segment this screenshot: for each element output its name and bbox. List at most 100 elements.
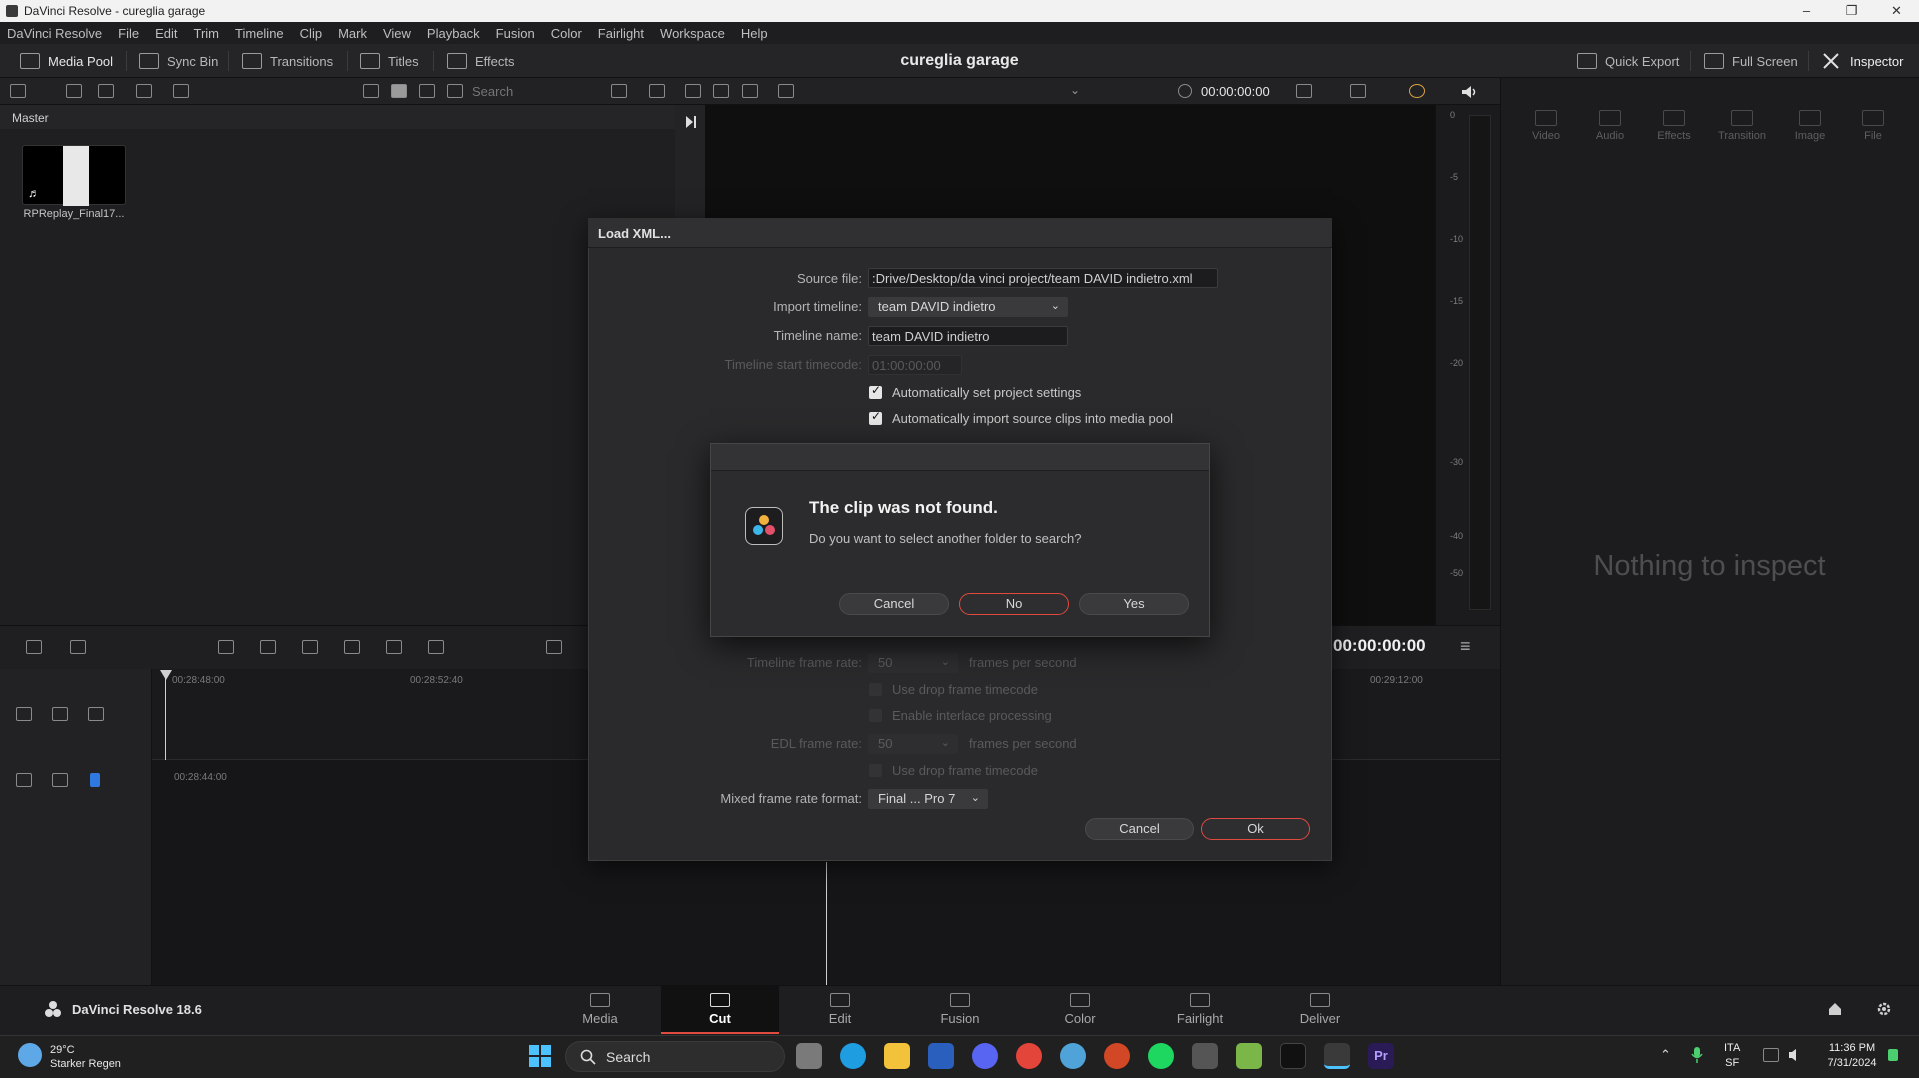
menu-trim[interactable]: Trim: [194, 26, 220, 41]
volume-icon[interactable]: [1460, 84, 1478, 100]
clip-view-icon[interactable]: [16, 773, 32, 787]
start-timecode-field[interactable]: 01:00:00:00: [868, 355, 962, 375]
append-icon[interactable]: [218, 640, 234, 654]
alert-yes-button[interactable]: Yes: [1079, 593, 1189, 615]
menu-view[interactable]: View: [383, 26, 411, 41]
ripple-overwrite-icon[interactable]: [260, 640, 276, 654]
transitions-button[interactable]: Transitions: [242, 44, 333, 78]
import-timeline-dropdown[interactable]: team DAVID indietro ⌄: [868, 297, 1068, 317]
timeline-name-field[interactable]: team DAVID indietro: [868, 326, 1068, 346]
smart-insert-icon[interactable]: [26, 640, 42, 654]
interlace-checkbox[interactable]: [869, 709, 882, 722]
tray-chevron-icon[interactable]: ⌃: [1660, 1047, 1671, 1063]
edl-drop-frame-checkbox[interactable]: [869, 764, 882, 777]
import-folder-icon[interactable]: [98, 84, 114, 98]
task-view-icon[interactable]: [796, 1043, 822, 1069]
source-file-field[interactable]: :Drive/Desktop/da vinci project/team DAV…: [868, 268, 1218, 288]
page-tab-color[interactable]: Color: [1032, 986, 1128, 1034]
taskbar-search[interactable]: Search: [565, 1041, 785, 1072]
inspector-tab-transition[interactable]: Transition: [1712, 110, 1772, 142]
titles-button[interactable]: Titles: [360, 44, 419, 78]
page-tab-media[interactable]: Media: [552, 986, 648, 1034]
effects-button[interactable]: Effects: [447, 44, 515, 78]
edge-beta-icon[interactable]: [1060, 1043, 1086, 1069]
timeline-options-icon[interactable]: [546, 640, 562, 654]
track-lock-icon[interactable]: [16, 707, 32, 721]
viewer-dropdown-chevron-icon[interactable]: ⌄: [1070, 83, 1080, 97]
davinci-taskbar-icon[interactable]: [1324, 1043, 1350, 1069]
refresh-icon[interactable]: [649, 84, 665, 98]
page-tab-cut[interactable]: Cut: [661, 986, 779, 1034]
track-audio-icon[interactable]: [52, 707, 68, 721]
menu-file[interactable]: File: [118, 26, 139, 41]
home-icon[interactable]: [1827, 1001, 1843, 1017]
link-icon[interactable]: [173, 84, 189, 98]
network-icon[interactable]: [1763, 1048, 1779, 1062]
layout-icon[interactable]: [685, 84, 701, 98]
weather-widget[interactable]: 29°C Starker Regen: [18, 1043, 121, 1071]
bin-name[interactable]: Master: [12, 111, 49, 125]
inspector-tab-audio[interactable]: Audio: [1580, 110, 1640, 142]
excel-like-icon[interactable]: [1236, 1043, 1262, 1069]
chrome-icon[interactable]: [1016, 1043, 1042, 1069]
microphone-icon[interactable]: [1690, 1046, 1704, 1064]
inspector-tab-video[interactable]: Video: [1516, 110, 1576, 142]
frame-rate-icon[interactable]: [1296, 84, 1312, 98]
drop-frame-checkbox[interactable]: [869, 683, 882, 696]
windows-start-icon[interactable]: [528, 1044, 552, 1068]
menu-playback[interactable]: Playback: [427, 26, 480, 41]
marker-icon[interactable]: [90, 773, 100, 787]
sync-bin-button[interactable]: Sync Bin: [139, 44, 218, 78]
menu-fusion[interactable]: Fusion: [496, 26, 535, 41]
mixed-format-dropdown[interactable]: Final ... Pro 7 ⌄: [868, 789, 988, 809]
menu-fairlight[interactable]: Fairlight: [598, 26, 644, 41]
settings-gear-icon[interactable]: [1876, 1001, 1892, 1017]
media-pool-button[interactable]: Media Pool: [20, 44, 113, 78]
thumbnail-view-icon[interactable]: [363, 84, 379, 98]
grid-view-icon[interactable]: [391, 84, 407, 98]
search-input[interactable]: [472, 82, 602, 101]
quick-export-button[interactable]: Quick Export: [1577, 44, 1679, 78]
safe-area-icon[interactable]: [713, 84, 729, 98]
language-indicator[interactable]: ITA SF: [1724, 1041, 1740, 1071]
inspector-tab-image[interactable]: Image: [1780, 110, 1840, 142]
word-icon[interactable]: [928, 1043, 954, 1069]
file-explorer-icon[interactable]: [884, 1043, 910, 1069]
sidebar-toggle-icon[interactable]: [10, 84, 26, 98]
alert-cancel-button[interactable]: Cancel: [839, 593, 949, 615]
auto-project-settings-checkbox[interactable]: ✓: [869, 383, 882, 399]
minecraft-icon[interactable]: [1192, 1043, 1218, 1069]
inspector-tab-effects[interactable]: Effects: [1644, 110, 1704, 142]
minimize-button[interactable]: –: [1784, 0, 1829, 22]
playhead-handle[interactable]: [160, 670, 172, 680]
close-up-icon[interactable]: [302, 640, 318, 654]
notification-icon[interactable]: [1888, 1049, 1898, 1061]
playhead-lower[interactable]: [826, 862, 827, 985]
menu-davinci-resolve[interactable]: DaVinci Resolve: [7, 26, 102, 41]
speaker-icon[interactable]: [1787, 1047, 1803, 1063]
menu-help[interactable]: Help: [741, 26, 768, 41]
menu-color[interactable]: Color: [551, 26, 582, 41]
page-tab-fusion[interactable]: Fusion: [912, 986, 1008, 1034]
playback-settings-icon[interactable]: [1350, 84, 1366, 98]
page-tab-deliver[interactable]: Deliver: [1272, 986, 1368, 1034]
inspector-tab-file[interactable]: File: [1843, 110, 1903, 142]
timeline-menu-icon[interactable]: ≡: [1460, 636, 1471, 657]
source-overwrite-icon[interactable]: [386, 640, 402, 654]
filmstrip-view-icon[interactable]: [419, 84, 435, 98]
full-screen-button[interactable]: Full Screen: [1704, 44, 1798, 78]
xml-ok-button[interactable]: Ok: [1201, 818, 1310, 840]
relink-icon[interactable]: [136, 84, 152, 98]
scissors-icon[interactable]: [52, 773, 68, 787]
import-media-icon[interactable]: [66, 84, 82, 98]
menu-timeline[interactable]: Timeline: [235, 26, 284, 41]
menu-edit[interactable]: Edit: [155, 26, 177, 41]
premiere-pro-icon[interactable]: Pr: [1368, 1043, 1394, 1069]
maximize-button[interactable]: ❐: [1829, 0, 1874, 22]
viewer-mode-icon[interactable]: [778, 84, 794, 98]
auto-import-clips-checkbox[interactable]: ✓: [869, 409, 882, 425]
close-window-button[interactable]: ✕: [1874, 0, 1919, 22]
page-tab-edit[interactable]: Edit: [792, 986, 888, 1034]
edl-rate-dropdown[interactable]: 50 ⌄: [868, 734, 958, 754]
xml-cancel-button[interactable]: Cancel: [1085, 818, 1194, 840]
